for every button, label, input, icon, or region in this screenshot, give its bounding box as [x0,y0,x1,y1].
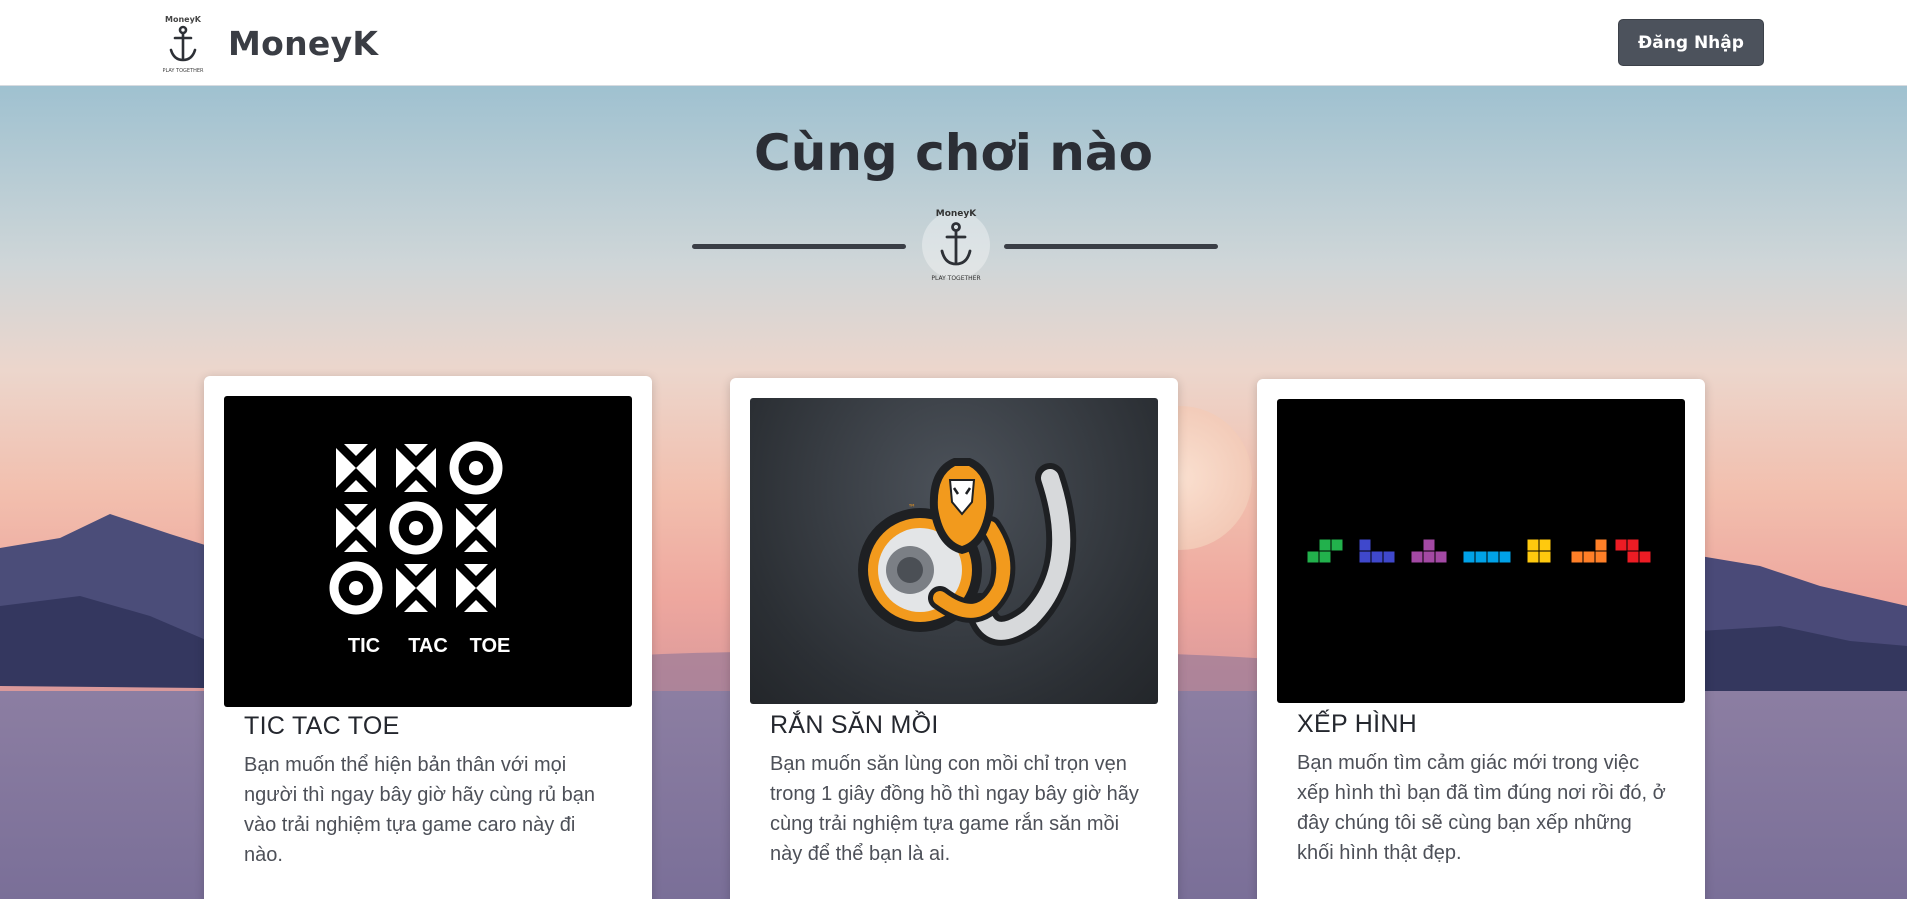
game-description: Bạn muốn săn lùng con mồi chỉ trọn vẹn t… [770,753,1139,865]
divider-line-left [692,244,906,249]
tic-tac-toe-logo-icon: TIC TAC TOE [329,441,511,657]
game-description: Bạn muốn tìm cảm giác mới trong việc xếp… [1297,752,1666,864]
brand[interactable]: MoneyK PLAY TOGETHER MoneyK [152,10,378,76]
game-description: Bạn muốn thể hiện bản thân với mọi người… [244,754,595,866]
anchor-logo-icon: MoneyK PLAY TOGETHER [153,13,213,74]
snake-image[interactable]: ™ [750,398,1158,704]
hero-section: Cùng chơi nào MoneyK PLAY TOGETHER TIC T… [0,86,1907,899]
section-title: Cùng chơi nào [754,124,1153,182]
brand-name: MoneyK [228,23,379,63]
navbar: MoneyK PLAY TOGETHER MoneyK Đăng Nhập [0,0,1907,86]
login-button[interactable]: Đăng Nhập [1618,19,1764,66]
snake-logo-icon: ™ [858,458,1077,646]
game-card-snake[interactable]: ™ RẮN SĂN MỒI Bạn muốn săn lùng con mồi … [730,378,1178,899]
game-card-tetris[interactable]: XẾP HÌNH Bạn muốn tìm cảm giác mới trong… [1257,379,1705,899]
tic-tac-toe-image[interactable]: TIC TAC TOE [224,396,632,707]
anchor-emblem-icon: MoneyK PLAY TOGETHER [922,209,990,282]
svg-text:TAC: TAC [408,635,448,657]
game-title[interactable]: TIC TAC TOE [244,712,400,741]
game-title[interactable]: RẮN SĂN MỒI [770,711,939,740]
title-divider: MoneyK PLAY TOGETHER [690,204,1220,286]
tetromino-pieces-icon [1306,538,1652,564]
svg-text:TIC: TIC [348,635,380,657]
divider-line-right [1004,244,1218,249]
svg-text:™: ™ [908,503,916,512]
game-title[interactable]: XẾP HÌNH [1297,710,1417,739]
svg-text:PLAY TOGETHER: PLAY TOGETHER [931,275,980,282]
svg-text:TOE: TOE [470,635,511,657]
game-card-tic-tac-toe[interactable]: TIC TAC TOE TIC TAC TOE Bạn muốn thể hiệ… [204,376,652,899]
svg-text:PLAY TOGETHER: PLAY TOGETHER [162,68,204,74]
svg-text:MoneyK: MoneyK [936,209,978,219]
tetris-image[interactable] [1277,399,1685,703]
svg-text:MoneyK: MoneyK [165,15,202,24]
